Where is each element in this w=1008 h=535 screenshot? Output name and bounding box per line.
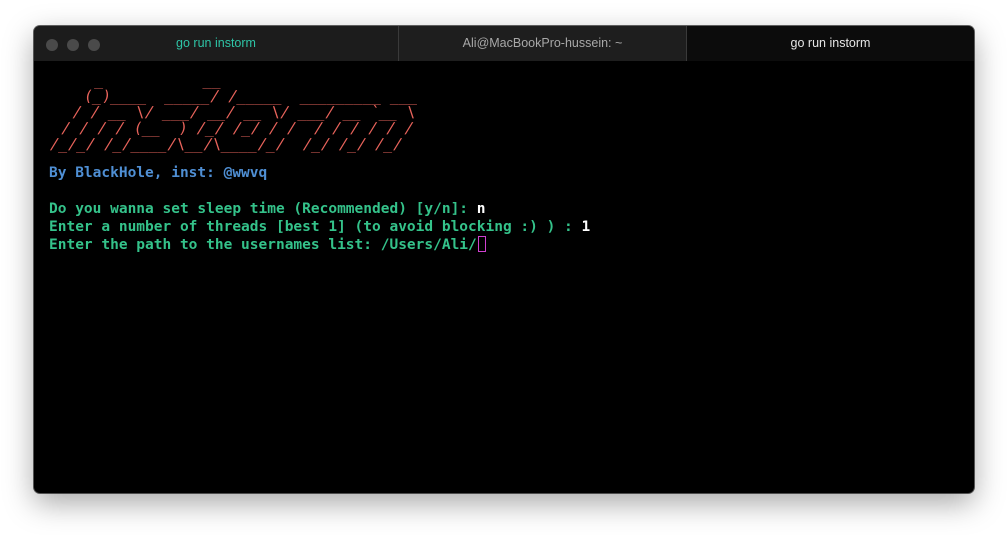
banner-line: / / / / (__ ) /_/ /_/ / / / / / / / / xyxy=(51,119,415,137)
ascii-banner: _ __ (_)____ _____/ /_____ _________ ___… xyxy=(48,71,974,153)
banner-line: (_)____ _____/ /_____ _________ ___ xyxy=(55,87,420,105)
terminal-window: go run instorm Ali@MacBookPro-hussein: ~… xyxy=(34,26,974,493)
prompt-line-sleep: Do you wanna set sleep time (Recommended… xyxy=(49,200,964,218)
tab-bar: go run instorm Ali@MacBookPro-hussein: ~… xyxy=(34,26,974,62)
tab-go-run-instorm-2[interactable]: go run instorm xyxy=(687,26,974,61)
banner-line: /_/_/ /_/____/\__/\____/_/ /_/ /_/ /_/ xyxy=(48,135,404,153)
byline: By BlackHole, inst: @wwvq xyxy=(49,165,268,181)
prompt-text: Do you wanna set sleep time (Recommended… xyxy=(49,201,477,217)
prompt-text: Enter a number of threads [best 1] (to a… xyxy=(49,219,582,235)
prompt-text: Enter the path to the usernames list: xyxy=(49,237,381,253)
answer-text: n xyxy=(476,201,486,217)
path-input[interactable]: /Users/Ali/ xyxy=(381,237,477,253)
tab-shell[interactable]: Ali@MacBookPro-hussein: ~ xyxy=(398,26,687,61)
answer-text: 1 xyxy=(581,219,591,235)
prompt-line-path: Enter the path to the usernames list: /U… xyxy=(49,236,964,254)
terminal-output[interactable]: _ __ (_)____ _____/ /_____ _________ ___… xyxy=(49,71,964,483)
banner-line: / / __ \/ ___/ __/ __ \/ ___/ __ `__ \ xyxy=(53,103,418,121)
banner-line: _ __ xyxy=(57,71,223,89)
tab-go-run-instorm-1[interactable]: go run instorm xyxy=(34,26,398,61)
text-cursor xyxy=(477,236,486,252)
prompt-line-threads: Enter a number of threads [best 1] (to a… xyxy=(49,218,964,236)
